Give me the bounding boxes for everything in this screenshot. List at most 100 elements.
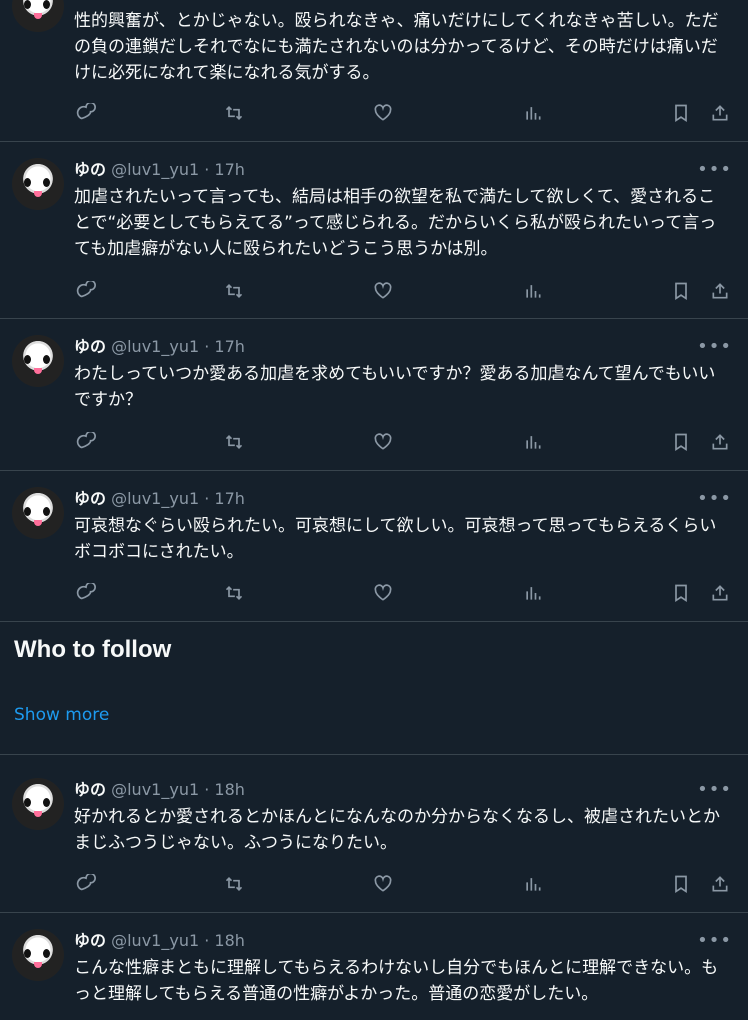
retweet-button[interactable] <box>222 101 246 125</box>
display-name[interactable]: ゆの <box>74 931 106 950</box>
display-name[interactable]: ゆの <box>74 337 106 356</box>
reply-button[interactable] <box>74 430 98 454</box>
more-options-icon[interactable]: ••• <box>697 488 732 509</box>
like-button[interactable] <box>371 581 395 605</box>
like-button[interactable] <box>371 279 395 303</box>
section-divider <box>0 754 748 755</box>
user-handle[interactable]: @luv1_yu1 <box>111 780 199 799</box>
tweet-4[interactable]: ゆの @luv1_yu1 · 18h ••• 好かれるとか愛されるとかほんとにな… <box>0 762 748 913</box>
reply-icon <box>76 103 96 120</box>
tweet-actions <box>74 101 736 125</box>
views-icon <box>526 436 541 449</box>
share-button[interactable] <box>708 872 732 896</box>
tweet-5[interactable]: ゆの @luv1_yu1 · 18h ••• こんな性癖まともに理解してもらえる… <box>0 913 748 1020</box>
bookmark-button[interactable] <box>669 279 693 303</box>
share-button[interactable] <box>708 279 732 303</box>
heart-icon <box>374 433 392 450</box>
views-icon <box>526 878 541 891</box>
separator-dot: · <box>204 160 210 179</box>
reply-icon <box>76 432 96 449</box>
user-handle[interactable]: @luv1_yu1 <box>111 931 199 950</box>
retweet-button[interactable] <box>222 430 246 454</box>
display-name[interactable]: ゆの <box>74 489 106 508</box>
avatar[interactable] <box>12 0 64 32</box>
user-handle[interactable]: @luv1_yu1 <box>111 160 199 179</box>
views-icon <box>526 107 541 120</box>
timestamp[interactable]: 17h <box>214 489 245 508</box>
share-button[interactable] <box>708 430 732 454</box>
views-button[interactable] <box>521 872 545 896</box>
tweet-2[interactable]: ゆの @luv1_yu1 · 17h ••• わたしっていつか愛ある加虐を求めて… <box>0 319 748 471</box>
tweet-header: ゆの @luv1_yu1 · 17h <box>74 336 245 358</box>
more-options-icon[interactable]: ••• <box>697 159 732 180</box>
avatar[interactable] <box>12 778 64 830</box>
views-button[interactable] <box>521 581 545 605</box>
bookmark-button[interactable] <box>669 430 693 454</box>
share-icon <box>712 434 728 450</box>
reply-button[interactable] <box>74 279 98 303</box>
tweet-actions <box>74 279 736 303</box>
tweet-text: 性的興奮が、とかじゃない。殴られなきゃ、痛いだけにしてくれなきゃ苦しい。ただの負… <box>74 11 719 83</box>
more-options-icon[interactable]: ••• <box>697 930 732 951</box>
retweet-icon <box>225 585 243 601</box>
reply-icon <box>76 281 96 298</box>
bookmark-icon <box>675 584 687 603</box>
share-icon <box>712 876 728 892</box>
reply-button[interactable] <box>74 872 98 896</box>
display-name[interactable]: ゆの <box>74 160 106 179</box>
bookmark-icon <box>675 104 687 123</box>
more-options-icon[interactable]: ••• <box>697 336 732 357</box>
separator-dot: · <box>204 780 210 799</box>
show-more-link[interactable]: Show more <box>14 705 109 725</box>
bookmark-icon <box>675 282 687 301</box>
reply-icon <box>76 583 96 600</box>
avatar[interactable] <box>12 335 64 387</box>
like-button[interactable] <box>371 101 395 125</box>
tweet-text: 加虐されたいって言っても、結局は相手の欲望を私で満たして欲しくて、愛されることで… <box>74 187 717 259</box>
user-handle[interactable]: @luv1_yu1 <box>111 489 199 508</box>
retweet-button[interactable] <box>222 279 246 303</box>
tweet-0[interactable]: 性的興奮が、とかじゃない。殴られなきゃ、痛いだけにしてくれなきゃ苦しい。ただの負… <box>0 0 748 142</box>
reply-button[interactable] <box>74 101 98 125</box>
share-button[interactable] <box>708 101 732 125</box>
reply-button[interactable] <box>74 581 98 605</box>
bookmark-button[interactable] <box>669 581 693 605</box>
like-button[interactable] <box>371 872 395 896</box>
tweet-header: ゆの @luv1_yu1 · 17h <box>74 488 245 510</box>
share-icon <box>712 105 728 121</box>
views-button[interactable] <box>521 101 545 125</box>
avatar[interactable] <box>12 929 64 981</box>
bookmark-icon <box>675 875 687 894</box>
avatar[interactable] <box>12 487 64 539</box>
timestamp[interactable]: 17h <box>214 160 245 179</box>
display-name[interactable]: ゆの <box>74 780 106 799</box>
tweet-header: ゆの @luv1_yu1 · 17h <box>74 159 245 181</box>
user-handle[interactable]: @luv1_yu1 <box>111 337 199 356</box>
timestamp[interactable]: 18h <box>214 780 245 799</box>
heart-icon <box>374 282 392 299</box>
tweet-1[interactable]: ゆの @luv1_yu1 · 17h ••• 加虐されたいって言っても、結局は相… <box>0 142 748 319</box>
like-button[interactable] <box>371 430 395 454</box>
tweet-actions <box>74 872 736 896</box>
share-icon <box>712 283 728 299</box>
tweet-text: 可哀想なぐらい殴られたい。可哀想にして欲しい。可哀想って思ってもらえるくらいボコ… <box>74 516 717 562</box>
bookmark-button[interactable] <box>669 872 693 896</box>
retweet-button[interactable] <box>222 872 246 896</box>
retweet-icon <box>225 434 243 450</box>
timestamp[interactable]: 17h <box>214 337 245 356</box>
who-to-follow-title: Who to follow <box>14 636 172 663</box>
timestamp[interactable]: 18h <box>214 931 245 950</box>
tweet-text: わたしっていつか愛ある加虐を求めてもいいですか？愛ある加虐なんて望んでもいいです… <box>74 364 716 410</box>
reply-icon <box>76 874 96 891</box>
tweet-text: こんな性癖まともに理解してもらえるわけないし自分でもほんとに理解できない。もっと… <box>74 958 719 1004</box>
tweet-header: ゆの @luv1_yu1 · 18h <box>74 930 245 952</box>
retweet-button[interactable] <box>222 581 246 605</box>
more-options-icon[interactable]: ••• <box>697 779 732 800</box>
views-button[interactable] <box>521 279 545 303</box>
views-button[interactable] <box>521 430 545 454</box>
bookmark-button[interactable] <box>669 101 693 125</box>
share-button[interactable] <box>708 581 732 605</box>
tweet-3[interactable]: ゆの @luv1_yu1 · 17h ••• 可哀想なぐらい殴られたい。可哀想に… <box>0 471 748 622</box>
tweet-actions <box>74 430 736 454</box>
avatar[interactable] <box>12 158 64 210</box>
